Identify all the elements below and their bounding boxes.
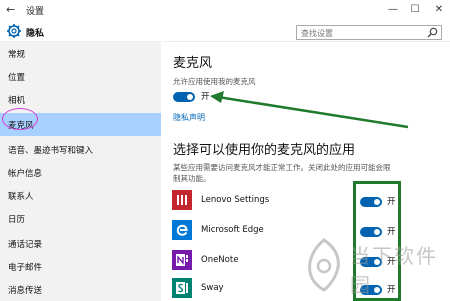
- app-name: Sway: [201, 283, 224, 293]
- sidebar-item-label: 位置: [8, 73, 26, 83]
- sidebar-item-label: 电子邮件: [8, 263, 43, 273]
- window-title: 设置: [26, 7, 45, 17]
- title-bar: ← 设置 — ☐ ✕: [0, 0, 450, 22]
- minimize-button[interactable]: —: [382, 2, 404, 18]
- allow-apps-label: 允许应用使用我的麦克风: [173, 77, 256, 86]
- gear-icon: [7, 24, 21, 38]
- allow-microphone-state: 开: [201, 92, 210, 102]
- sidebar-item-email[interactable]: 电子邮件: [0, 255, 161, 278]
- watermark-logo-icon: [308, 238, 340, 292]
- sidebar-item-label: 联系人: [8, 192, 34, 202]
- sidebar-item-call-history[interactable]: 通话记录: [0, 232, 161, 255]
- sidebar-item-account-info[interactable]: 帐户信息: [0, 161, 161, 184]
- lenovo-settings-icon: [172, 190, 192, 210]
- sidebar-item-label: 常规: [8, 50, 26, 60]
- sidebar-item-messaging[interactable]: 消息传送: [0, 278, 161, 301]
- sidebar-item-label: 帐户信息: [8, 169, 43, 179]
- sidebar-item-calendar[interactable]: 日历: [0, 207, 161, 230]
- microphone-title: 麦克风: [173, 56, 213, 71]
- sidebar-item-label: 日历: [8, 215, 26, 225]
- search-icon[interactable]: [427, 27, 438, 38]
- settings-header: 隐私: [0, 22, 450, 42]
- sidebar-item-label: 相机: [8, 96, 26, 106]
- edge-icon: [172, 220, 192, 240]
- app-name: OneNote: [201, 255, 239, 265]
- close-button[interactable]: ✕: [428, 2, 450, 18]
- app-name: Lenovo Settings: [201, 195, 270, 205]
- sidebar: 常规 位置 相机 麦克风 语音、墨迹书写和键入 帐户信息 联系人 日历 通话记录…: [0, 42, 161, 301]
- back-arrow-icon[interactable]: ←: [6, 3, 15, 16]
- sidebar-item-contacts[interactable]: 联系人: [0, 184, 161, 207]
- description-line-1: 某些应用需要访问麦克风才能正常工作。关闭此处的应用可能会限: [173, 163, 391, 172]
- allow-microphone-toggle[interactable]: [173, 92, 195, 102]
- search-box[interactable]: [296, 25, 442, 40]
- watermark-text: 当下软件园: [350, 244, 438, 297]
- maximize-button[interactable]: ☐: [404, 2, 426, 18]
- sway-icon: [172, 278, 192, 298]
- sidebar-item-location[interactable]: 位置: [0, 65, 161, 88]
- highlight-circle-annotation: [2, 108, 38, 130]
- description-line-2: 制其功能。: [173, 174, 211, 183]
- app-row-lenovo-settings: Lenovo Settings 开: [161, 188, 450, 218]
- watermark: 当下软件园: [300, 234, 450, 301]
- privacy-statement-link[interactable]: 隐私声明: [173, 112, 205, 123]
- onenote-icon: [172, 250, 192, 270]
- app-name: Microsoft Edge: [201, 225, 264, 235]
- page-title: 隐私: [26, 29, 45, 39]
- sidebar-item-label: 语音、墨迹书写和键入: [8, 146, 94, 156]
- choose-apps-title: 选择可以使用你的麦克风的应用: [173, 143, 356, 158]
- search-input[interactable]: [301, 27, 421, 39]
- sidebar-item-general[interactable]: 常规: [0, 42, 161, 65]
- sidebar-item-speech-inking[interactable]: 语音、墨迹书写和键入: [0, 138, 161, 161]
- sidebar-item-label: 消息传送: [8, 286, 43, 296]
- sidebar-item-label: 通话记录: [8, 240, 43, 250]
